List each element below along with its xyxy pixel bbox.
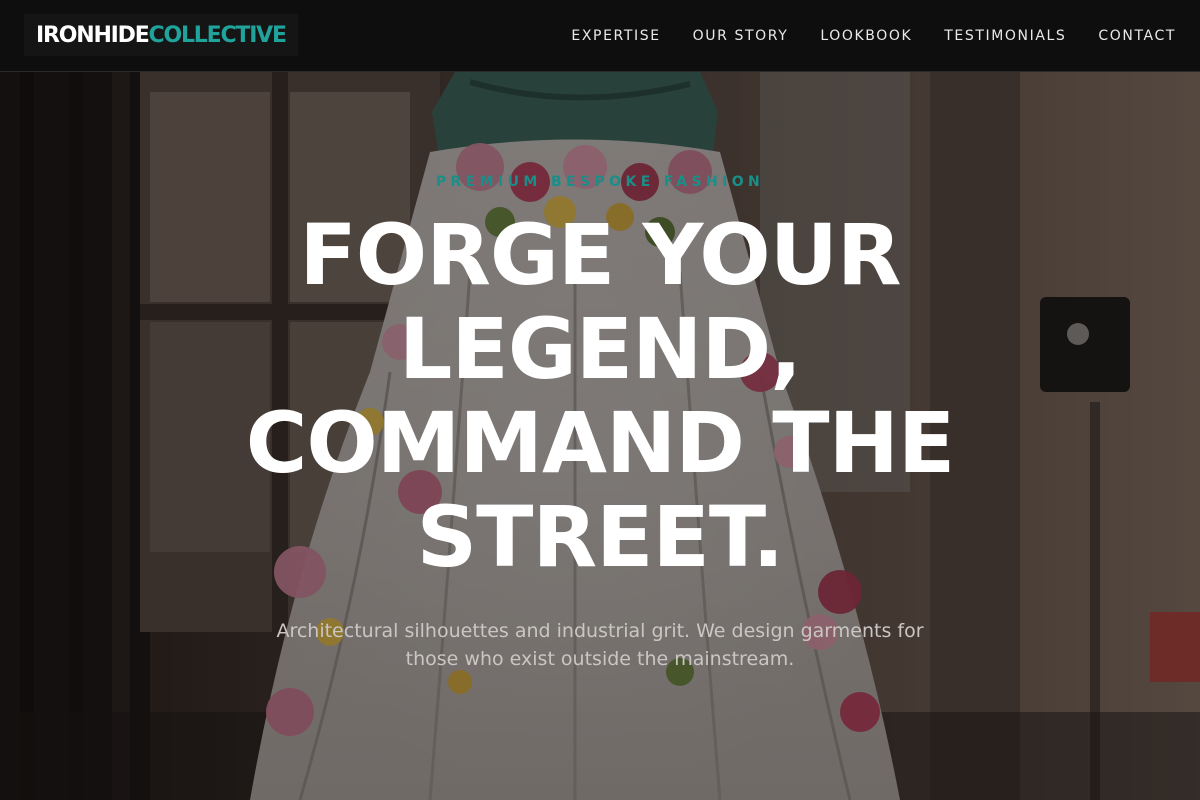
hero-headline: FORGE YOUR LEGEND, COMMAND THE STREET.	[245, 206, 956, 586]
top-navigation-bar: IRONHIDE COLLECTIVE EXPERTISE OUR STORY L…	[0, 0, 1200, 72]
nav-links: EXPERTISE OUR STORY LOOKBOOK TESTIMONIAL…	[571, 0, 1176, 72]
brand-logo[interactable]: IRONHIDE COLLECTIVE	[24, 14, 298, 56]
nav-link-our-story[interactable]: OUR STORY	[693, 28, 789, 44]
hero-section: PREMIUM BESPOKE FASHION FORGE YOUR LEGEN…	[0, 72, 1200, 800]
nav-link-contact[interactable]: CONTACT	[1098, 28, 1176, 44]
nav-link-testimonials[interactable]: TESTIMONIALS	[944, 28, 1066, 44]
nav-link-lookbook[interactable]: LOOKBOOK	[820, 28, 912, 44]
nav-link-expertise[interactable]: EXPERTISE	[571, 28, 660, 44]
hero-subtext: Architectural silhouettes and industrial…	[276, 620, 924, 670]
logo-text-primary: IRONHIDE	[36, 22, 150, 48]
logo-text-accent: COLLECTIVE	[148, 22, 288, 48]
hero-eyebrow-label: PREMIUM BESPOKE FASHION	[435, 174, 765, 190]
